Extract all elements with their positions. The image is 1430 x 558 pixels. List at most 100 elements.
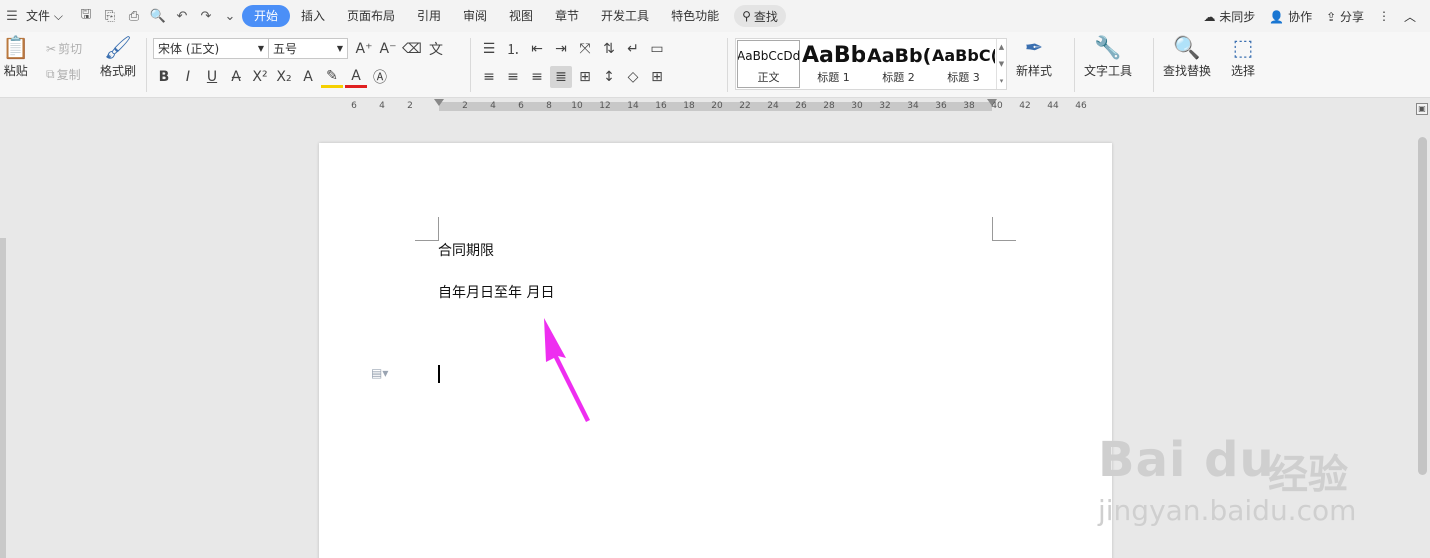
chevron-down-icon: ▼ bbox=[257, 44, 264, 53]
subscript-icon[interactable]: X₂ bbox=[273, 66, 295, 88]
chevron-down-icon[interactable]: ▼ bbox=[999, 60, 1004, 68]
print-icon[interactable]: ⎙ bbox=[122, 5, 146, 27]
print-preview-icon[interactable]: 🔍 bbox=[146, 5, 170, 27]
strikethrough-icon[interactable]: A̶ bbox=[225, 66, 247, 88]
bold-icon[interactable]: B bbox=[153, 66, 175, 88]
more-icon[interactable]: ⋮ bbox=[1378, 9, 1390, 23]
file-menu[interactable]: 文件 ⌵ bbox=[24, 5, 74, 27]
sort-icon[interactable]: ⇅ bbox=[598, 38, 620, 60]
italic-icon[interactable]: I bbox=[177, 66, 199, 88]
distribute-align-icon[interactable]: ⊞ bbox=[574, 66, 596, 88]
line-spacing-icon[interactable]: ↕ bbox=[598, 66, 620, 88]
split-view-icon[interactable]: ▣ bbox=[1416, 103, 1428, 115]
increase-indent-icon[interactable]: ⇥ bbox=[550, 38, 572, 60]
style-name: 标题 2 bbox=[882, 71, 915, 84]
scrollbar-thumb[interactable] bbox=[1418, 137, 1427, 475]
document-line-2[interactable]: 自年月日至年 月日 bbox=[438, 282, 554, 302]
char-border-icon[interactable]: Ⓐ bbox=[369, 66, 391, 88]
tab-developer[interactable]: 开发工具 bbox=[590, 5, 660, 27]
clear-format-icon[interactable]: ⌫ bbox=[401, 38, 423, 60]
indent-marker-icon[interactable] bbox=[434, 99, 444, 106]
tab-page-layout[interactable]: 页面布局 bbox=[336, 5, 406, 27]
text-effect-icon[interactable]: A bbox=[297, 66, 319, 88]
new-style-button[interactable]: ✒ 新样式 bbox=[1016, 36, 1052, 79]
align-left-icon[interactable]: ≡ bbox=[478, 66, 500, 88]
ruler-number: 12 bbox=[599, 101, 611, 111]
highlight-icon[interactable]: ✎ bbox=[321, 66, 343, 88]
ruler-number: 14 bbox=[627, 101, 639, 111]
tab-references[interactable]: 引用 bbox=[406, 5, 452, 27]
document-page[interactable]: 合同期限 自年月日至年 月日 ▤▾ bbox=[319, 143, 1112, 558]
copy-button[interactable]: ⧉ 复制 bbox=[46, 66, 81, 83]
ribbon-divider bbox=[1153, 38, 1154, 92]
style-normal[interactable]: AaBbCcDd 正文 bbox=[736, 39, 801, 89]
font-color-icon[interactable]: A bbox=[345, 66, 367, 88]
expand-icon[interactable]: ▾ bbox=[1000, 77, 1004, 85]
search-label: 查找 bbox=[753, 9, 778, 24]
paragraph-options-icon[interactable]: ▤▾ bbox=[371, 366, 388, 380]
quick-access-more-icon[interactable]: ⌄ bbox=[218, 5, 242, 27]
ribbon-divider bbox=[1074, 38, 1075, 92]
paste-button[interactable]: 📋 粘贴 bbox=[2, 36, 29, 79]
document-line-1[interactable]: 合同期限 bbox=[438, 240, 494, 260]
watermark-brand: Bai du bbox=[1098, 432, 1275, 488]
text-tools-button[interactable]: 🔧 文字工具 bbox=[1084, 36, 1132, 79]
tab-chapter[interactable]: 章节 bbox=[544, 5, 590, 27]
style-heading-3[interactable]: AaBbC( 标题 3 bbox=[931, 39, 996, 89]
format-painter-button[interactable]: 🖌 格式刷 bbox=[100, 36, 136, 79]
decrease-indent-icon[interactable]: ⇤ bbox=[526, 38, 548, 60]
ruler-number: 40 bbox=[991, 101, 1003, 111]
numbered-list-icon[interactable]: ⒈ bbox=[502, 38, 524, 60]
margin-corner-top-left bbox=[415, 217, 439, 241]
undo-icon[interactable]: ↶ bbox=[170, 5, 194, 27]
grow-font-icon[interactable]: A⁺ bbox=[353, 38, 375, 60]
vertical-ruler[interactable] bbox=[0, 120, 6, 558]
font-size-tools: A⁺ A⁻ ⌫ 文 bbox=[353, 38, 447, 60]
tab-view[interactable]: 视图 bbox=[498, 5, 544, 27]
distributed-icon[interactable]: ▭ bbox=[646, 38, 668, 60]
search-button[interactable]: ⚲ 查找 bbox=[734, 5, 786, 27]
font-size-select[interactable]: 五号 ▼ bbox=[268, 38, 348, 59]
align-center-icon[interactable]: ≡ bbox=[502, 66, 524, 88]
hamburger-icon[interactable]: ☰ bbox=[0, 5, 24, 27]
tab-home[interactable]: 开始 bbox=[241, 5, 290, 27]
find-replace-button[interactable]: 🔍 查找替换 bbox=[1163, 36, 1211, 79]
chevron-up-icon[interactable]: ▲ bbox=[999, 43, 1004, 51]
select-button[interactable]: ⬚ 选择 bbox=[1231, 36, 1255, 79]
underline-icon[interactable]: U bbox=[201, 66, 223, 88]
style-heading-2[interactable]: AaBb( 标题 2 bbox=[866, 39, 931, 89]
style-heading-1[interactable]: AaBb 标题 1 bbox=[801, 39, 866, 89]
baidu-watermark: Bai du 经验 jingyan.baidu.com bbox=[1098, 402, 1398, 552]
share-button[interactable]: ⇪ 分享 bbox=[1326, 8, 1364, 25]
horizontal-ruler[interactable]: 6 4 2 2 4 6 8 10 12 14 16 18 20 22 24 26… bbox=[340, 99, 1100, 114]
tab-insert[interactable]: 插入 bbox=[290, 5, 336, 27]
cut-button[interactable]: ✂ 剪切 bbox=[46, 40, 82, 57]
font-name-select[interactable]: 宋体 (正文) ▼ bbox=[153, 38, 269, 59]
borders-icon[interactable]: ⊞ bbox=[646, 66, 668, 88]
vertical-scrollbar[interactable]: ▣ bbox=[1414, 99, 1430, 558]
pinyin-guide-icon[interactable]: 文 bbox=[425, 38, 447, 60]
ruler-number: 2 bbox=[462, 101, 468, 111]
ruler-number: 28 bbox=[823, 101, 835, 111]
tab-features[interactable]: 特色功能 bbox=[660, 5, 730, 27]
tab-review[interactable]: 审阅 bbox=[452, 5, 498, 27]
justify-icon[interactable]: ≣ bbox=[550, 66, 572, 88]
align-right-icon[interactable]: ≡ bbox=[526, 66, 548, 88]
collapse-ribbon-icon[interactable]: ︿ bbox=[1404, 8, 1416, 25]
save-icon[interactable]: 🖫 bbox=[74, 5, 98, 27]
scissors-icon: ✂ bbox=[46, 41, 57, 56]
chinese-layout-icon[interactable]: ⤧ bbox=[574, 38, 596, 60]
bullet-list-icon[interactable]: ☰ bbox=[478, 38, 500, 60]
styles-scroll[interactable]: ▲ ▼ ▾ bbox=[996, 39, 1006, 89]
show-marks-icon[interactable]: ↵ bbox=[622, 38, 644, 60]
collab-button[interactable]: 👤 协作 bbox=[1269, 8, 1312, 25]
ruler-number: 38 bbox=[963, 101, 975, 111]
shading-icon[interactable]: ◇ bbox=[622, 66, 644, 88]
superscript-icon[interactable]: X² bbox=[249, 66, 271, 88]
export-icon[interactable]: ⎘ bbox=[98, 5, 122, 27]
ribbon: 📋 粘贴 ✂ 剪切 ⧉ 复制 🖌 格式刷 宋体 (正文) ▼ 五号 ▼ A⁺ A⁻ ⌫ … bbox=[0, 32, 1430, 98]
sync-button[interactable]: ☁ 未同步 bbox=[1203, 8, 1255, 25]
ribbon-divider bbox=[470, 38, 471, 92]
shrink-font-icon[interactable]: A⁻ bbox=[377, 38, 399, 60]
redo-icon[interactable]: ↷ bbox=[194, 5, 218, 27]
